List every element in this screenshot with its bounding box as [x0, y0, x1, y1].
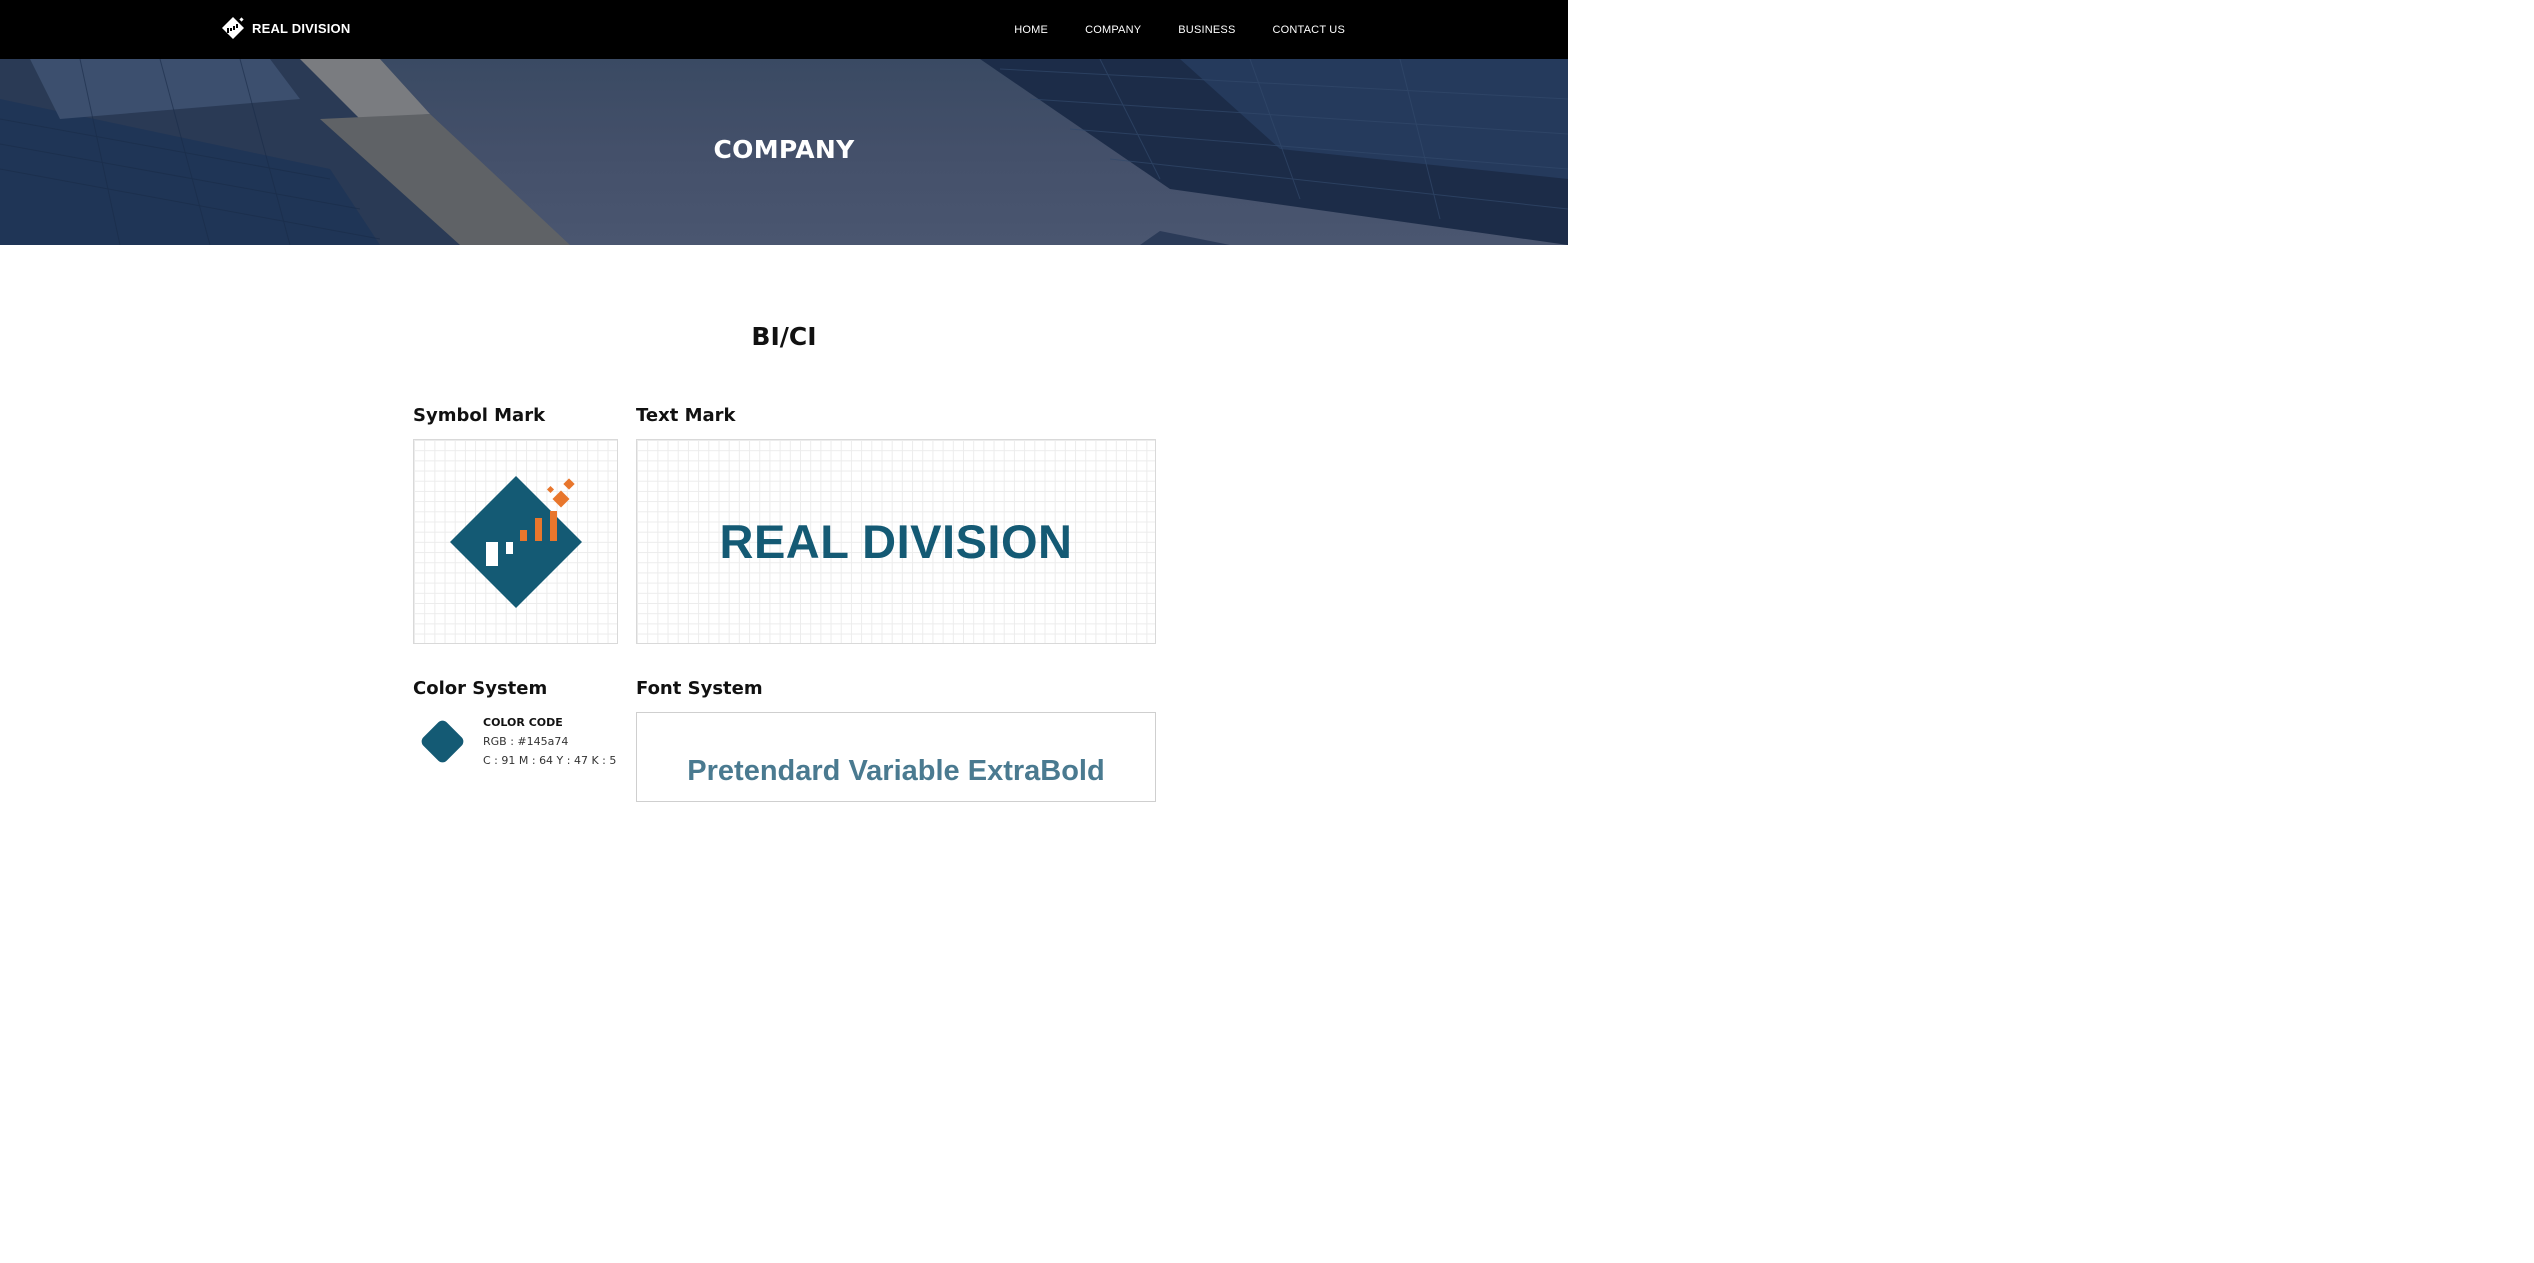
font-system-label: Font System [636, 678, 763, 699]
nav-company[interactable]: COMPANY [1085, 24, 1141, 36]
main-nav: HOME COMPANY BUSINESS CONTACT US [1014, 0, 1345, 59]
page-section-title: BI/CI [751, 322, 817, 351]
nav-home[interactable]: HOME [1014, 24, 1048, 36]
logo-text: REAL DIVISION [252, 20, 351, 36]
hero-title: COMPANY [713, 135, 855, 164]
nav-contact-us[interactable]: CONTACT US [1273, 24, 1346, 36]
symbol-mark-icon [450, 476, 582, 608]
font-sample-text: Pretendard Variable ExtraBold [687, 755, 1105, 787]
symbol-mark-label: Symbol Mark [413, 405, 546, 426]
color-cmyk-value: C : 91 M : 64 Y : 47 K : 5 [483, 754, 617, 767]
color-chip-icon [421, 720, 464, 763]
text-mark-label: Text Mark [636, 405, 736, 426]
logo-icon [222, 17, 244, 39]
hero-banner: COMPANY [0, 59, 1568, 245]
font-system-box: Pretendard Variable ExtraBold [636, 712, 1156, 802]
color-system-label: Color System [413, 678, 548, 699]
site-header: REAL DIVISION HOME COMPANY BUSINESS CONT… [0, 0, 1568, 59]
logo-link[interactable]: REAL DIVISION [220, 15, 350, 41]
symbol-mark-box [413, 439, 618, 644]
text-mark-wordmark: REAL DIVISION [719, 515, 1073, 568]
color-code-title: COLOR CODE [483, 716, 563, 729]
text-mark-box: REAL DIVISION [636, 439, 1156, 644]
nav-business[interactable]: BUSINESS [1178, 24, 1235, 36]
color-rgb-value: RGB : #145a74 [483, 735, 569, 748]
